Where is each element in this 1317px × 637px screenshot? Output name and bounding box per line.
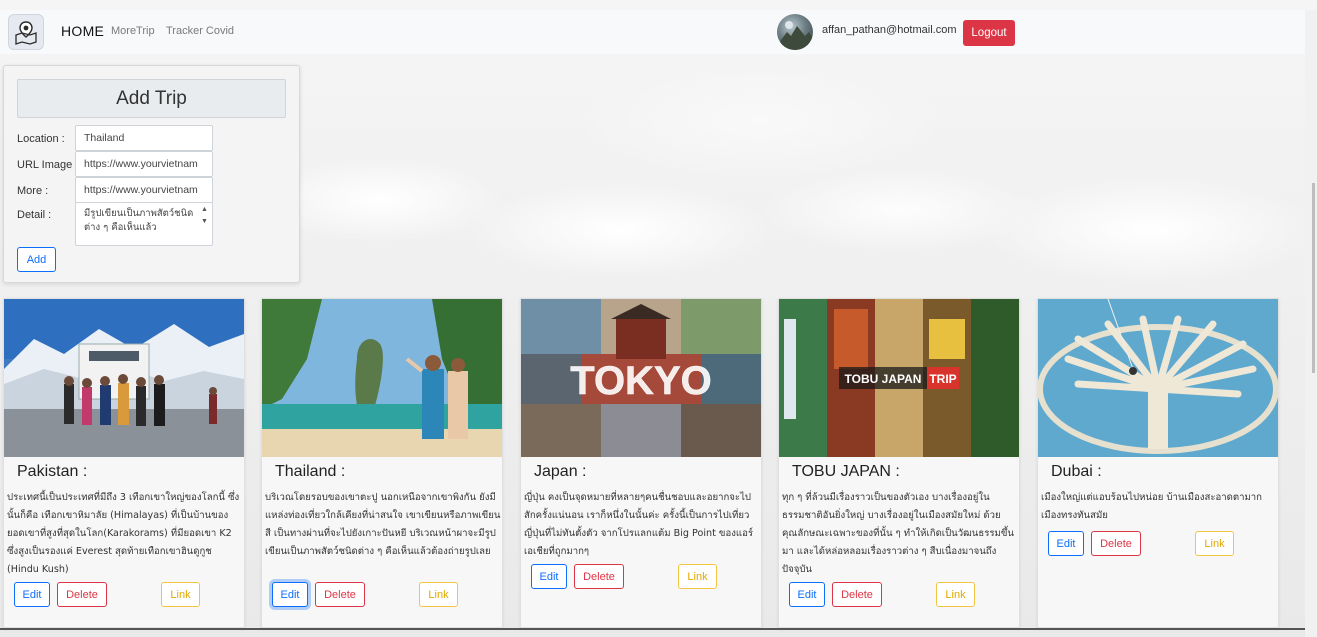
more-label: More : [17, 185, 49, 197]
tokyo-image-label: TOKYO [570, 359, 712, 403]
card-description: ทุก ๆ ที่ล้วนมีเรื่องราวเป็นของตัวเอง บา… [782, 492, 1014, 575]
card-title: TOBU JAPAN : [792, 463, 900, 480]
bottom-divider [0, 628, 1305, 630]
edit-button[interactable]: Edit [789, 582, 825, 607]
navbar: HOME MoreTrip Tracker Covid affan_pathan… [0, 10, 1305, 54]
nav-moretrip-link[interactable]: MoreTrip [111, 25, 155, 37]
url-image-input[interactable] [75, 151, 213, 177]
delete-button[interactable]: Delete [315, 582, 365, 607]
user-avatar [777, 14, 813, 50]
link-button[interactable]: Link [419, 582, 458, 607]
trip-image-dubai [1038, 299, 1278, 457]
edit-button[interactable]: Edit [272, 582, 308, 607]
more-input[interactable] [75, 177, 213, 203]
location-input[interactable] [75, 125, 213, 151]
tobu-japan-image-label: TOBU JAPAN [845, 372, 922, 386]
trip-image-japan: TOKYO [521, 299, 761, 457]
card-title: Pakistan : [17, 463, 88, 480]
detail-textarea[interactable]: มีรูปเขียนเป็นภาพสัตว์ชนิดต่าง ๆ คือเห็น… [75, 202, 213, 246]
delete-button[interactable]: Delete [574, 564, 624, 589]
page-scrollbar[interactable] [1305, 10, 1317, 637]
logout-button[interactable]: Logout [963, 20, 1015, 46]
url-image-label: URL Image : [17, 159, 79, 171]
trip-card-tobu-japan: TOBU JAPAN TRIP TOBU JAPAN : ทุก ๆ ที่ล้… [778, 298, 1020, 628]
edit-button[interactable]: Edit [14, 582, 50, 607]
map-pin-logo-icon[interactable] [8, 14, 44, 50]
link-button[interactable]: Link [936, 582, 975, 607]
delete-button[interactable]: Delete [832, 582, 882, 607]
card-title: Thailand : [275, 463, 346, 480]
edit-button[interactable]: Edit [531, 564, 567, 589]
add-trip-form: Add Trip Location : URL Image : More : D… [3, 65, 300, 283]
card-description: ญี่ปุ่น คงเป็นจุดหมายที่หลายๆคนชื่นชอบแล… [524, 492, 753, 557]
trip-image-pakistan [4, 299, 244, 457]
link-button[interactable]: Link [678, 564, 717, 589]
add-trip-title: Add Trip [17, 79, 286, 118]
trip-image-tobu-japan: TOBU JAPAN TRIP [779, 299, 1019, 457]
card-description: บริเวณโดยรอบของเขาตะปู นอกเหนือจากเขาพิง… [265, 492, 501, 557]
trip-image-label: TRIP [929, 372, 956, 386]
card-title: Japan : [534, 463, 587, 480]
page-scrollbar-thumb[interactable] [1312, 183, 1315, 373]
trip-card-thailand: Thailand : บริเวณโดยรอบของเขาตะปู นอกเหน… [261, 298, 503, 628]
nav-tracker-covid-link[interactable]: Tracker Covid [166, 25, 234, 37]
delete-button[interactable]: Delete [57, 582, 107, 607]
location-label: Location : [17, 133, 65, 145]
textarea-scroll-up-icon[interactable]: ▲ [201, 206, 208, 213]
trip-card-japan: TOKYO Japan : ญี่ปุ่น คงเป็นจุดหมายที่หล… [520, 298, 762, 628]
edit-button[interactable]: Edit [1048, 531, 1084, 556]
card-title: Dubai : [1051, 463, 1102, 480]
user-email: affan_pathan@hotmail.com [822, 24, 957, 36]
link-button[interactable]: Link [1195, 531, 1234, 556]
trip-card-dubai: Dubai : เมืองใหญ่แต่แอบร้อนไปหน่อย บ้านเ… [1037, 298, 1279, 628]
card-description: เมืองใหญ่แต่แอบร้อนไปหน่อย บ้านเมืองสะอา… [1041, 492, 1262, 521]
textarea-scroll-down-icon[interactable]: ▼ [201, 218, 208, 225]
delete-button[interactable]: Delete [1091, 531, 1141, 556]
nav-home-link[interactable]: HOME [61, 23, 104, 39]
link-button[interactable]: Link [161, 582, 200, 607]
detail-label: Detail : [17, 209, 52, 221]
trip-card-pakistan: Pakistan : ประเทศนี้เป็นประเทศที่มีถึง 3… [3, 298, 245, 628]
add-button[interactable]: Add [17, 247, 56, 272]
card-description: ประเทศนี้เป็นประเทศที่มีถึง 3 เทือกเขาให… [7, 492, 240, 575]
trip-image-thailand [262, 299, 502, 457]
